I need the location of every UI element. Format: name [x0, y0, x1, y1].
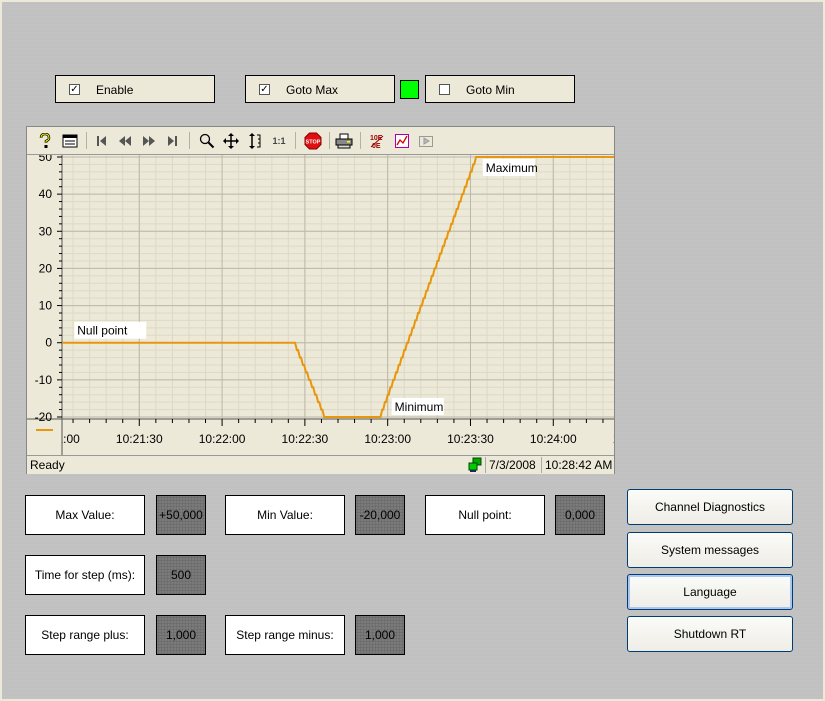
min-value-label: Min Value:	[225, 495, 345, 535]
x-tick-label: 10:24:30	[613, 432, 614, 446]
y-tick-label: -10	[35, 373, 53, 387]
zoom-icon[interactable]	[197, 131, 217, 150]
y-tick-label: 10	[39, 299, 53, 313]
status-text: Ready	[30, 458, 65, 472]
toolbar-separator	[189, 132, 190, 149]
x-tick-label: 10:21:30	[116, 432, 163, 446]
goto-max-checkbox[interactable]: ✓ Goto Max	[245, 75, 395, 103]
time-step-field[interactable]: 500	[156, 555, 206, 595]
enable-label: Enable	[96, 83, 134, 97]
toolbar-separator	[329, 132, 330, 149]
y-tick-label: 30	[39, 224, 53, 238]
trend-view: 1:1 STOP 10E 0E 50 40 30 20 10 0 -10 -20 10:21:00…	[26, 126, 615, 474]
y-tick-label: 50	[39, 155, 53, 164]
y-tick-label: 20	[39, 261, 53, 275]
channel-diagnostics-button[interactable]: Channel Diagnostics	[627, 489, 793, 525]
language-button[interactable]: Language	[627, 574, 793, 610]
status-divider	[485, 457, 486, 473]
x-tick-label: 10:22:00	[199, 432, 246, 446]
status-date: 7/3/2008	[489, 458, 536, 472]
svg-text:STOP: STOP	[306, 139, 321, 145]
x-tick-label: 10:23:30	[447, 432, 494, 446]
shutdown-rt-button[interactable]: Shutdown RT	[627, 616, 793, 652]
time-step-label: Time for step (ms):	[25, 555, 145, 595]
goto-max-label: Goto Max	[286, 83, 339, 97]
forward-icon[interactable]	[139, 131, 159, 150]
status-divider	[541, 457, 542, 473]
max-value-label: Max Value:	[25, 495, 145, 535]
null-point-field[interactable]: 0,000	[555, 495, 605, 535]
goto-min-label: Goto Min	[466, 83, 515, 97]
system-messages-button[interactable]: System messages	[627, 532, 793, 568]
x-tick-label: 10:23:00	[364, 432, 411, 446]
null-point-label: Null point:	[425, 495, 545, 535]
step-plus-label: Step range plus:	[25, 615, 145, 655]
network-connection-icon	[467, 457, 483, 476]
goto-max-check-mark[interactable]: ✓	[259, 84, 270, 95]
annotation-text: Null point	[77, 324, 128, 338]
enable-check-mark[interactable]: ✓	[69, 84, 80, 95]
step-plus-field[interactable]: 1,000	[156, 615, 206, 655]
status-indicator-led	[400, 80, 419, 99]
help-icon[interactable]	[35, 131, 55, 150]
trend-plot-area[interactable]: 50 40 30 20 10 0 -10 -20 10:21:00 10:21:30 10:22:0…	[27, 150, 614, 455]
status-time: 10:28:42 AM	[545, 458, 613, 472]
stop-icon[interactable]: STOP	[303, 131, 323, 150]
max-value-field[interactable]: +50,000	[156, 495, 206, 535]
toolbar-separator	[295, 132, 296, 149]
annotation-text: Minimum	[395, 400, 444, 414]
step-minus-label: Step range minus:	[225, 615, 345, 655]
trend-toolbar: 1:1 STOP 10E 0E	[27, 127, 614, 155]
x-tick-label: 10:24:00	[530, 432, 577, 446]
rewind-icon[interactable]	[115, 131, 135, 150]
print-icon[interactable]	[334, 131, 354, 150]
toolbar-separator	[86, 132, 87, 149]
legend-table-icon[interactable]	[60, 131, 80, 150]
first-icon[interactable]	[91, 131, 111, 150]
pan-icon[interactable]	[221, 131, 241, 150]
y-tick-label: 0	[45, 336, 52, 350]
original-size-icon[interactable]: 1:1	[269, 131, 289, 150]
goto-min-check-mark[interactable]	[439, 84, 450, 95]
annotation-text: Maximum	[486, 161, 538, 175]
goto-min-checkbox[interactable]: Goto Min	[425, 75, 575, 103]
enable-checkbox[interactable]: ✓ Enable	[55, 75, 215, 103]
toolbar-separator	[360, 132, 361, 149]
hmi-screen: ✓ Enable ✓ Goto Max Goto Min 1:1 STOP 10…	[0, 0, 825, 701]
export-icon[interactable]	[416, 131, 436, 150]
min-value-field[interactable]: -20,000	[355, 495, 405, 535]
x-tick-label: 10:21:00	[33, 432, 80, 446]
x-tick-label: 10:22:30	[282, 432, 329, 446]
svg-text:0E: 0E	[372, 143, 381, 149]
y-tick-label: -20	[35, 410, 53, 424]
annotation-label: Maximum	[482, 159, 538, 176]
exponential-scale-icon[interactable]: 10E 0E	[367, 131, 387, 150]
annotation-label: Minimum	[391, 398, 444, 415]
zoom-vertical-icon[interactable]	[245, 131, 265, 150]
trend-status-bar: Ready 7/3/2008 10:28:42 AM	[27, 455, 614, 474]
step-minus-field[interactable]: 1,000	[355, 615, 405, 655]
y-tick-label: 40	[39, 187, 53, 201]
trend-icon[interactable]	[392, 131, 412, 150]
annotation-label: Null point	[74, 321, 147, 339]
last-icon[interactable]	[163, 131, 183, 150]
trend-chart[interactable]: 50 40 30 20 10 0 -10 -20 10:21:00 10:21:30 10:22:0…	[27, 150, 614, 455]
